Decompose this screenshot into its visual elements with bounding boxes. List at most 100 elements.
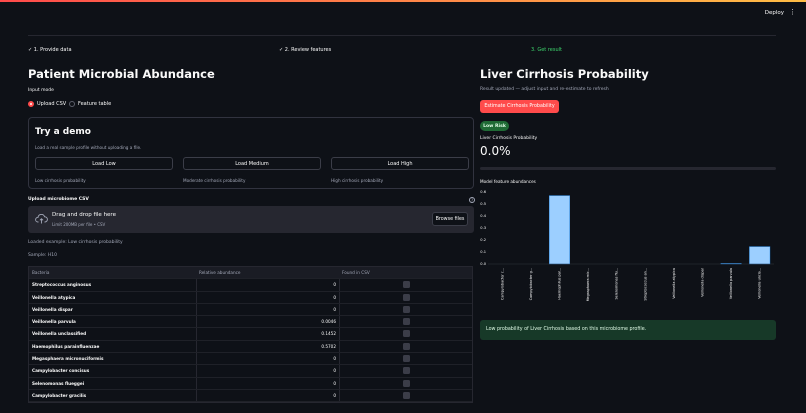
x-tick-label: Megasphaera mic... xyxy=(586,268,590,301)
table-row[interactable]: Selenomonas flueggei 0 xyxy=(29,378,472,390)
x-tick-label: Campylobacter g... xyxy=(529,268,533,300)
page-title: Patient Microbial Abundance xyxy=(28,67,215,81)
radio-selected-icon xyxy=(28,101,34,107)
found-checkbox[interactable] xyxy=(403,342,410,350)
chart-bar[interactable] xyxy=(549,195,570,265)
header-found-in-csv[interactable]: Found in CSV xyxy=(342,270,370,275)
table-row[interactable]: Megasphaera micronuciformis 0 xyxy=(29,353,472,366)
bacteria-name: Streptococcus anginosus xyxy=(32,282,92,288)
abundance-value: 0 xyxy=(333,294,336,300)
bacteria-name: Selenomonas flueggei xyxy=(32,380,85,386)
x-tick-label: Veillonella dispar xyxy=(701,267,705,296)
y-tick-label: 0.2 xyxy=(480,238,486,242)
progress-stepper: ✓ 1. Provide data ✓ 2. Review features 3… xyxy=(28,35,776,57)
y-tick-label: 0.5 xyxy=(480,202,486,206)
y-tick-label: 0.3 xyxy=(480,226,486,230)
found-checkbox[interactable] xyxy=(403,281,410,289)
found-checkbox[interactable] xyxy=(403,391,410,399)
metric-value: 0.0% xyxy=(480,144,511,158)
abundance-table: Bacteria Relative abundance Found in CSV… xyxy=(28,266,473,404)
found-checkbox[interactable] xyxy=(403,379,410,387)
file-dropzone[interactable]: Drag and drop file here Limit 200MB per … xyxy=(28,206,474,233)
demo-title: Try a demo xyxy=(35,127,91,137)
abundance-value: 0.1452 xyxy=(321,331,336,337)
abundance-value: 0 xyxy=(333,392,336,398)
header-relative-abundance[interactable]: Relative abundance xyxy=(199,270,241,275)
bacteria-name: Veillonella unclassified xyxy=(32,331,87,337)
found-checkbox[interactable] xyxy=(403,355,410,363)
table-row[interactable]: Veillonella parvula 0.0046 xyxy=(29,316,472,329)
table-row[interactable]: Campylobacter concisus 0 xyxy=(29,365,472,378)
abundance-value: 0 xyxy=(333,368,336,374)
loaded-example-text: Loaded example: Low cirrhosis probabilit… xyxy=(28,240,123,245)
chart-title: Model feature abundances xyxy=(480,179,536,184)
x-tick-label: Streptococcus an... xyxy=(643,268,647,301)
abundance-value: 0 xyxy=(333,306,336,312)
deploy-button[interactable]: Deploy xyxy=(765,10,784,16)
bacteria-name: Campylobacter concisus xyxy=(32,368,90,374)
bacteria-name: Megasphaera micronuciformis xyxy=(32,356,104,362)
bacteria-name: Veillonella dispar xyxy=(32,306,73,312)
browse-files-button[interactable]: Browse files xyxy=(432,212,468,226)
bacteria-name: Campylobacter gracilis xyxy=(32,392,87,398)
probability-progress-bar xyxy=(480,167,776,170)
result-alert: Low probability of Liver Cirrhosis based… xyxy=(480,320,776,340)
table-row[interactable]: Veillonella unclassified 0.1452 xyxy=(29,328,472,341)
load-low-button[interactable]: Load Low xyxy=(35,157,173,170)
step-provide-data: ✓ 1. Provide data xyxy=(28,47,72,53)
dropzone-title: Drag and drop file here xyxy=(52,212,116,218)
abundance-value: 0.5702 xyxy=(321,343,336,349)
metric-label: Liver Cirrhosis Probability xyxy=(480,136,538,141)
radio-feature-label: Feature table xyxy=(78,101,112,107)
y-tick-label: 0.0 xyxy=(480,262,486,266)
found-checkbox[interactable] xyxy=(403,305,410,313)
table-row[interactable]: Veillonella atypica 0 xyxy=(29,292,472,304)
step-get-result: 3. Get result xyxy=(531,47,563,53)
abundance-value: 0 xyxy=(333,356,336,362)
demo-subtitle: Load a real sample profile without uploa… xyxy=(35,145,142,150)
bacteria-name: Veillonella parvula xyxy=(32,319,76,325)
found-checkbox[interactable] xyxy=(403,318,410,326)
dropzone-subtitle: Limit 200MB per file • CSV xyxy=(52,222,106,227)
bacteria-name: Veillonella atypica xyxy=(32,294,76,300)
abundance-value: 0 xyxy=(333,282,336,288)
chart-bar[interactable] xyxy=(749,246,771,265)
header-bacteria[interactable]: Bacteria xyxy=(32,270,49,275)
radio-feature-table[interactable]: Feature table xyxy=(69,101,111,107)
sample-id-text: Sample: H10 xyxy=(28,253,57,258)
table-row[interactable]: Veillonella dispar 0 xyxy=(29,304,472,317)
x-tick-label: Haemophilus par... xyxy=(558,268,562,300)
input-mode-label: Input mode xyxy=(28,88,54,93)
help-icon[interactable]: ? xyxy=(469,197,475,203)
load-medium-button[interactable]: Load Medium xyxy=(183,157,321,170)
x-tick-label: Campylobacter c... xyxy=(500,268,504,300)
table-header-row: Bacteria Relative abundance Found in CSV xyxy=(29,267,472,280)
result-alert-text: Low probability of Liver Cirrhosis based… xyxy=(486,327,647,332)
abundance-value: 0 xyxy=(333,380,336,386)
table-row[interactable]: Streptococcus anginosus 0 xyxy=(29,279,472,292)
result-title: Liver Cirrhosis Probability xyxy=(480,67,649,81)
load-low-caption: Low cirrhosis probability xyxy=(35,178,86,183)
risk-badge: Low Risk xyxy=(480,121,509,131)
load-high-caption: High cirrhosis probability xyxy=(331,178,384,183)
demo-card: Try a demo Load a real sample profile wi… xyxy=(28,117,474,189)
table-row[interactable]: Haemophilus parainfluenzae 0.5702 xyxy=(29,341,472,354)
estimate-button[interactable]: Estimate Cirrhosis Probability xyxy=(480,100,559,113)
y-tick-label: 0.1 xyxy=(480,250,486,254)
found-checkbox[interactable] xyxy=(403,330,410,338)
y-tick-label: 0.4 xyxy=(480,214,486,218)
load-high-button[interactable]: Load High xyxy=(331,157,469,170)
radio-upload-csv[interactable]: Upload CSV xyxy=(28,101,66,107)
kebab-menu-icon[interactable]: ⋮ xyxy=(789,9,796,16)
step-review-features: ✓ 2. Review features xyxy=(279,47,332,53)
radio-unselected-icon xyxy=(69,101,75,107)
result-status-text: Result updated — adjust input and re-est… xyxy=(480,87,609,92)
app-header: Deploy ⋮ xyxy=(0,2,806,24)
table-row[interactable]: Campylobacter gracilis 0 xyxy=(29,390,472,403)
bacteria-name: Haemophilus parainfluenzae xyxy=(32,343,100,349)
found-checkbox[interactable] xyxy=(403,367,410,375)
upload-label: Upload microbiome CSV xyxy=(28,197,89,202)
x-tick-label: Selenomonas flu... xyxy=(615,268,619,299)
found-checkbox[interactable] xyxy=(403,293,410,301)
load-medium-caption: Moderate cirrhosis probability xyxy=(183,178,246,183)
